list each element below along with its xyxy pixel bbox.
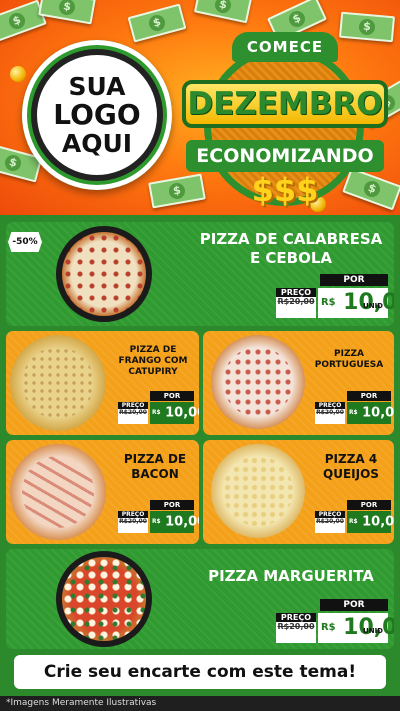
product-name-line: QUEIJOS	[323, 467, 379, 481]
por-label: POR	[347, 500, 391, 510]
footer-note: *Imagens Meramente Ilustrativas	[0, 696, 400, 711]
price-main: R$ 10,00	[347, 511, 394, 533]
por-label: POR	[320, 599, 388, 611]
old-price: R$20,00	[277, 622, 315, 631]
pizza-image	[10, 335, 106, 431]
money-bill-icon	[193, 0, 253, 24]
logo-line: SUA	[68, 71, 126, 101]
promo-badge: COMECE DEZEMBRO ECONOMIZANDO $$$	[182, 22, 388, 212]
old-price-box: PREÇO R$20,00	[118, 402, 148, 424]
currency: R$	[349, 410, 358, 416]
preco-label: PREÇO	[276, 288, 316, 297]
old-price-box: PREÇO R$20,00	[118, 511, 148, 533]
price-main: R$ 10,00	[150, 402, 199, 424]
product-name-line: PIZZA DE	[129, 345, 177, 355]
por-label: POR	[150, 391, 194, 401]
pizza-image	[211, 335, 305, 429]
product-name-line: E CEBOLA	[249, 249, 333, 267]
por-label: POR	[150, 500, 194, 510]
preco-label: PREÇO	[118, 511, 148, 518]
product-name-line: PIZZA	[334, 349, 364, 359]
preco-label: PREÇO	[118, 402, 148, 409]
price: 10,00	[362, 514, 394, 530]
price-box: POR PREÇO R$20,00 R$ 10,00	[315, 500, 394, 534]
product-name: PIZZA DE FRANGO COM CATUPIRY	[110, 345, 196, 378]
badge-top-text: COMECE	[232, 32, 338, 62]
price: 10,00	[165, 514, 199, 530]
currency: R$	[321, 297, 336, 308]
product-name-line: BACON	[131, 467, 179, 481]
product-name: PIZZA MARGUERITA	[208, 567, 374, 585]
pizza-image	[56, 551, 152, 647]
unit-label: UNID	[363, 302, 383, 310]
pizza-image	[211, 444, 305, 538]
price: 10,00	[362, 405, 394, 421]
product-name: PIZZA DE CALABRESA E CEBOLA	[196, 230, 386, 268]
por-label: POR	[347, 391, 391, 401]
dollar-signs: $$$	[251, 171, 319, 209]
price-box: POR PREÇO R$20,00 R$ 10,00	[118, 500, 199, 534]
price-box: POR PREÇO R$20,00 R$ 10,00	[118, 391, 199, 425]
product-name-line: PIZZA DE	[123, 452, 187, 466]
old-price: R$20,00	[119, 518, 147, 525]
logo-line: AQUI	[61, 129, 133, 159]
discount-tag: -50%	[8, 232, 42, 252]
product-name-line: PORTUGUESA	[314, 360, 384, 370]
old-price-box: PREÇO R$20,00	[315, 511, 345, 533]
currency: R$	[321, 622, 336, 633]
preco-label: PREÇO	[276, 613, 316, 622]
product-name: PIZZA 4 QUEIJOS	[311, 452, 391, 482]
product-card-bacon[interactable]: PIZZA DE BACON POR PREÇO R$20,00 R$ 10,0…	[6, 440, 199, 544]
coin-icon	[10, 66, 26, 82]
old-price: R$20,00	[316, 409, 344, 416]
money-bill-icon	[38, 0, 96, 25]
preco-label: PREÇO	[315, 402, 345, 409]
product-name: PIZZA PORTUGUESA	[307, 349, 391, 371]
old-price-box: PREÇO R$20,00	[315, 402, 345, 424]
cta-banner[interactable]: Crie seu encarte com este tema!	[14, 655, 386, 689]
flyer: SUA LOGO AQUI COMECE DEZEMBRO ECONOMIZAN…	[0, 0, 400, 711]
old-price: R$20,00	[316, 518, 344, 525]
product-card-calabresa[interactable]: PIZZA DE CALABRESA E CEBOLA POR PREÇO R$…	[6, 222, 394, 326]
badge-sub-text: ECONOMIZANDO	[186, 140, 384, 172]
product-card-frango[interactable]: PIZZA DE FRANGO COM CATUPIRY POR PREÇO R…	[6, 331, 199, 435]
old-price-box: PREÇO R$20,00	[276, 288, 316, 318]
por-label: POR	[320, 274, 388, 286]
price-main: R$ 10,00	[347, 402, 394, 424]
price-box: POR PREÇO R$20,00 R$ 10,00	[315, 391, 394, 425]
product-name-line: CATUPIRY	[128, 367, 178, 377]
price: 10,00	[165, 405, 199, 421]
pizza-image	[56, 226, 152, 322]
price-main: R$ 10,00 UNID	[318, 288, 394, 318]
unit-label: UNID	[363, 627, 383, 635]
old-price-box: PREÇO R$20,00	[276, 613, 316, 643]
product-name-line: FRANGO COM	[118, 356, 188, 366]
preco-label: PREÇO	[315, 511, 345, 518]
product-card-portuguesa[interactable]: PIZZA PORTUGUESA POR PREÇO R$20,00 R$ 10…	[203, 331, 394, 435]
price-box: POR PREÇO R$20,00 R$ 10,00 UNID	[276, 599, 394, 645]
header-banner: SUA LOGO AQUI COMECE DEZEMBRO ECONOMIZAN…	[0, 0, 400, 215]
price-main: R$ 10,00 UNID	[318, 613, 394, 643]
product-name-line: PIZZA 4	[324, 452, 378, 466]
pizza-image	[10, 444, 106, 540]
currency: R$	[349, 519, 358, 525]
old-price: R$20,00	[277, 297, 315, 306]
price-main: R$ 10,00	[150, 511, 199, 533]
product-name-line: PIZZA DE CALABRESA	[199, 230, 383, 248]
product-card-marguerita[interactable]: PIZZA MARGUERITA POR PREÇO R$20,00 R$ 10…	[6, 549, 394, 649]
logo-line: LOGO	[53, 97, 141, 131]
badge-main-text: DEZEMBRO	[182, 80, 388, 128]
product-card-4-queijos[interactable]: PIZZA 4 QUEIJOS POR PREÇO R$20,00 R$ 10,…	[203, 440, 394, 544]
logo-placeholder: SUA LOGO AQUI	[31, 49, 163, 181]
currency: R$	[152, 519, 161, 525]
old-price: R$20,00	[119, 409, 147, 416]
price-box: POR PREÇO R$20,00 R$ 10,00 UNID	[276, 274, 394, 320]
currency: R$	[152, 410, 161, 416]
money-bill-icon	[127, 3, 187, 43]
product-name: PIZZA DE BACON	[114, 452, 196, 482]
